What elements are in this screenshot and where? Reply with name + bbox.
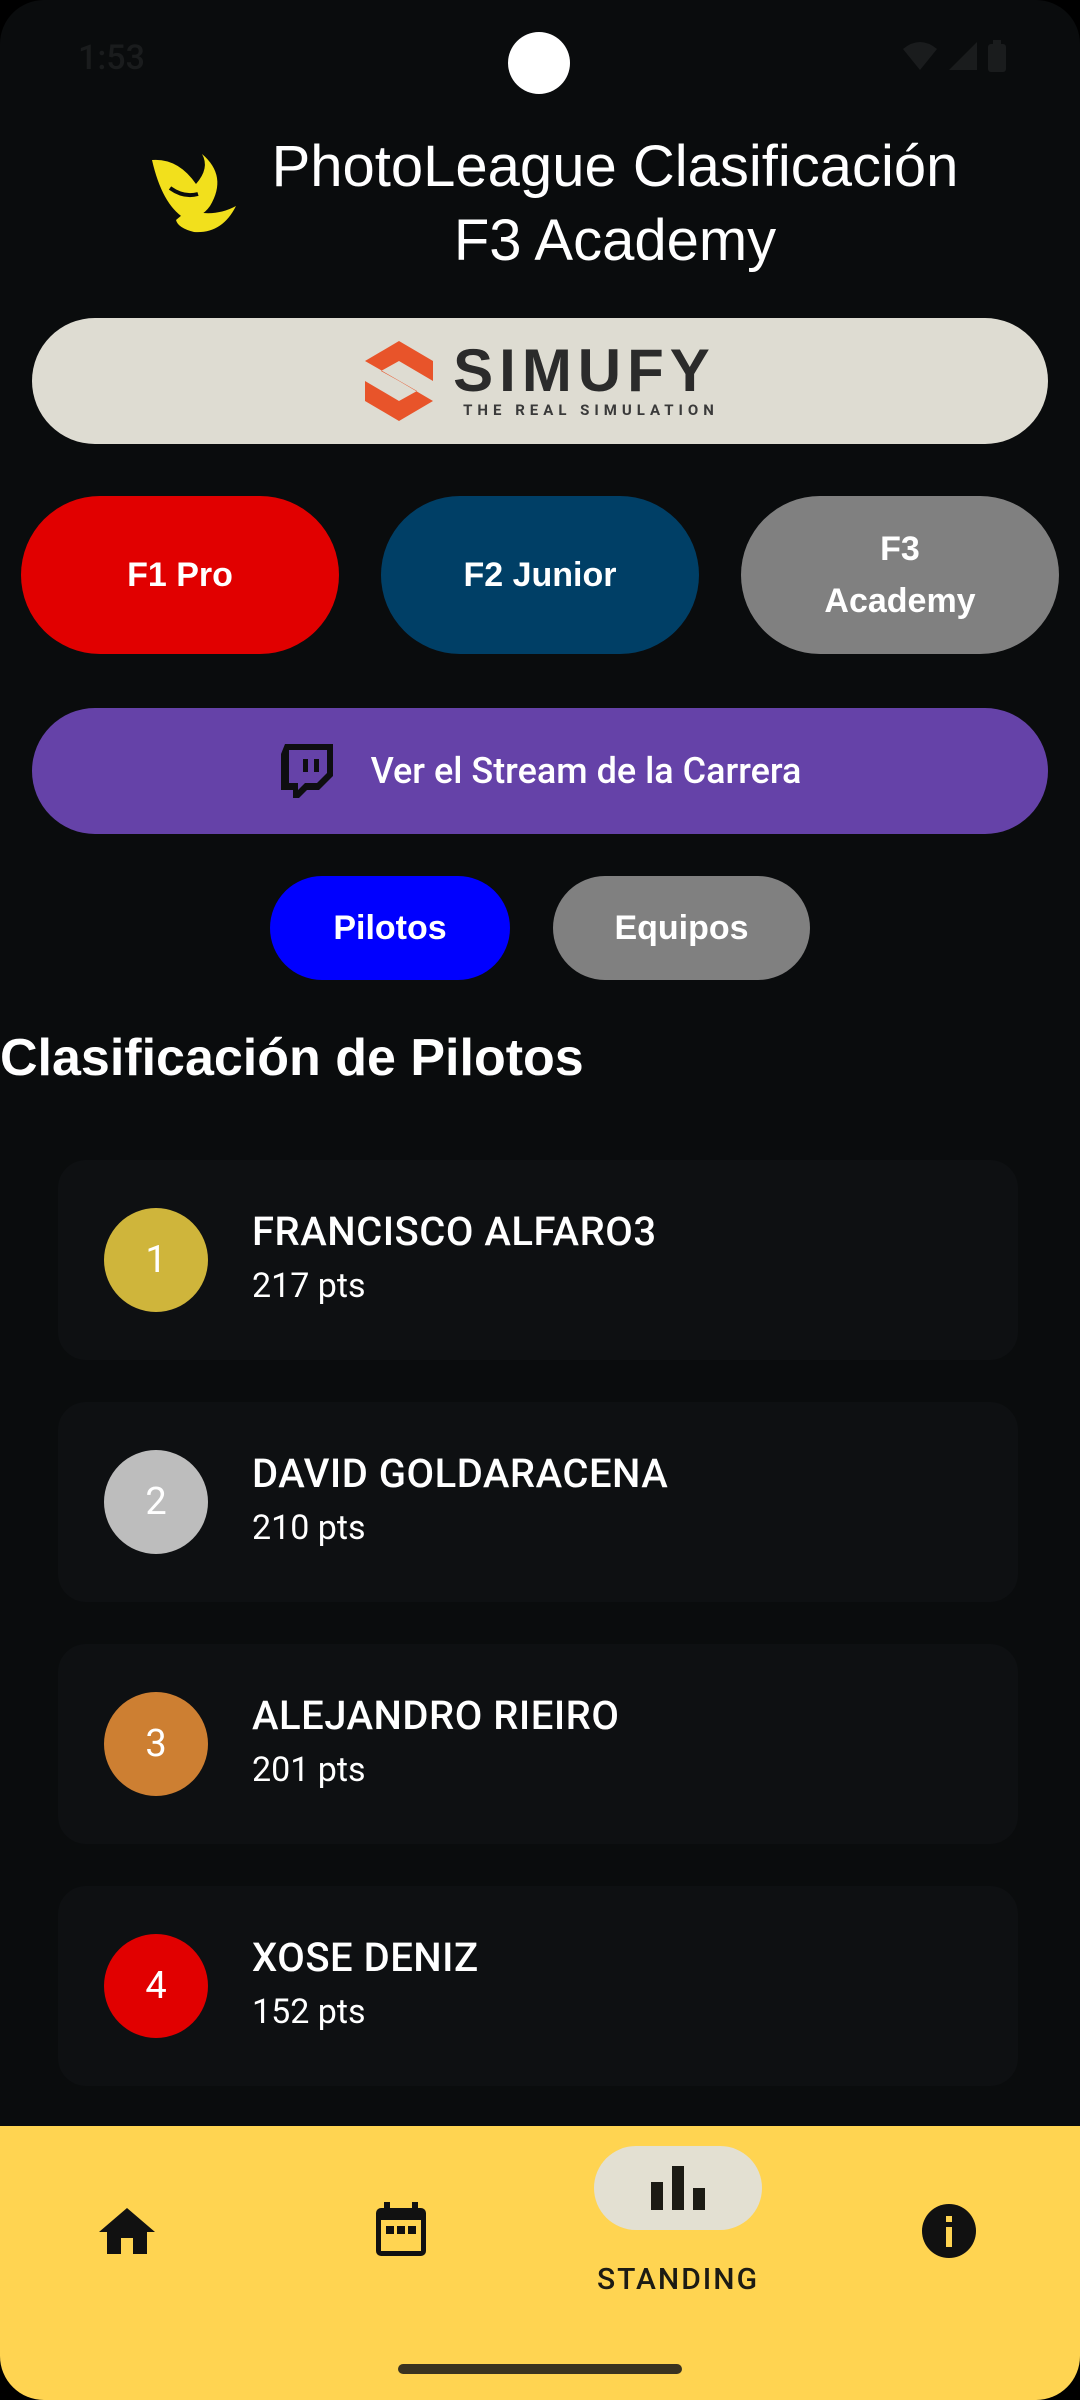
bar-chart-icon	[651, 2166, 705, 2210]
driver-points: 201 pts	[252, 1750, 366, 1790]
twitch-icon	[280, 744, 333, 798]
driver-points: 217 pts	[252, 1266, 366, 1306]
driver-name: XOSE DENIZ	[252, 1934, 479, 1981]
app-screen: 1:53 PhotoLeague Clasificación F3 Academ…	[0, 0, 1080, 2400]
driver-name: ALEJANDRO RIEIRO	[252, 1692, 620, 1739]
signal-icon	[949, 42, 977, 70]
nav-standing-label[interactable]: STANDING	[560, 2262, 796, 2297]
page-title: PhotoLeague Clasificación F3 Academy	[250, 130, 980, 278]
sponsor-tagline: THE REAL SIMULATION	[463, 401, 719, 419]
standing-row[interactable]: 4 XOSE DENIZ 152 pts	[58, 1886, 1018, 2086]
stream-button[interactable]: Ver el Stream de la Carrera	[32, 708, 1048, 834]
toggle-equipos[interactable]: Equipos	[553, 876, 810, 980]
toggle-pilotos[interactable]: Pilotos	[270, 876, 510, 980]
camera-cutout	[508, 32, 570, 94]
league-button-f1-pro[interactable]: F1 Pro	[21, 496, 339, 654]
position-badge: 3	[104, 1692, 208, 1796]
status-icons	[902, 40, 1006, 72]
driver-name: DAVID GOLDARACENA	[252, 1450, 669, 1497]
status-time: 1:53	[78, 38, 145, 78]
simufy-logo-icon	[365, 341, 434, 421]
title-line-1: PhotoLeague Clasificación	[271, 134, 959, 199]
sponsor-banner[interactable]: SIMUFY THE REAL SIMULATION	[32, 318, 1048, 444]
app-logo-icon	[152, 154, 236, 233]
position-badge: 2	[104, 1450, 208, 1554]
battery-icon	[988, 40, 1006, 72]
info-icon[interactable]	[920, 2202, 978, 2260]
driver-name: FRANCISCO ALFARO3	[252, 1208, 657, 1255]
calendar-icon[interactable]	[372, 2200, 430, 2258]
section-title: Clasificación de Pilotos	[0, 1029, 584, 1087]
league-button-f3-academy[interactable]: F3 Academy	[741, 496, 1059, 654]
driver-points: 152 pts	[252, 1992, 366, 2032]
position-badge: 1	[104, 1208, 208, 1312]
position-badge: 4	[104, 1934, 208, 2038]
title-line-2: F3 Academy	[453, 208, 777, 273]
standing-row[interactable]: 3 ALEJANDRO RIEIRO 201 pts	[58, 1644, 1018, 1844]
home-icon[interactable]	[97, 2206, 157, 2256]
standing-row[interactable]: 2 DAVID GOLDARACENA 210 pts	[58, 1402, 1018, 1602]
home-indicator[interactable]	[398, 2364, 682, 2374]
stream-button-label: Ver el Stream de la Carrera	[370, 750, 802, 792]
standing-row[interactable]: 1 FRANCISCO ALFARO3 217 pts	[58, 1160, 1018, 1360]
bottom-navigation	[0, 2126, 1080, 2400]
sponsor-name: SIMUFY	[453, 337, 716, 404]
wifi-icon	[903, 42, 937, 70]
league-button-f2-junior[interactable]: F2 Junior	[381, 496, 699, 654]
driver-points: 210 pts	[252, 1508, 366, 1548]
nav-standing-button[interactable]	[594, 2146, 762, 2230]
